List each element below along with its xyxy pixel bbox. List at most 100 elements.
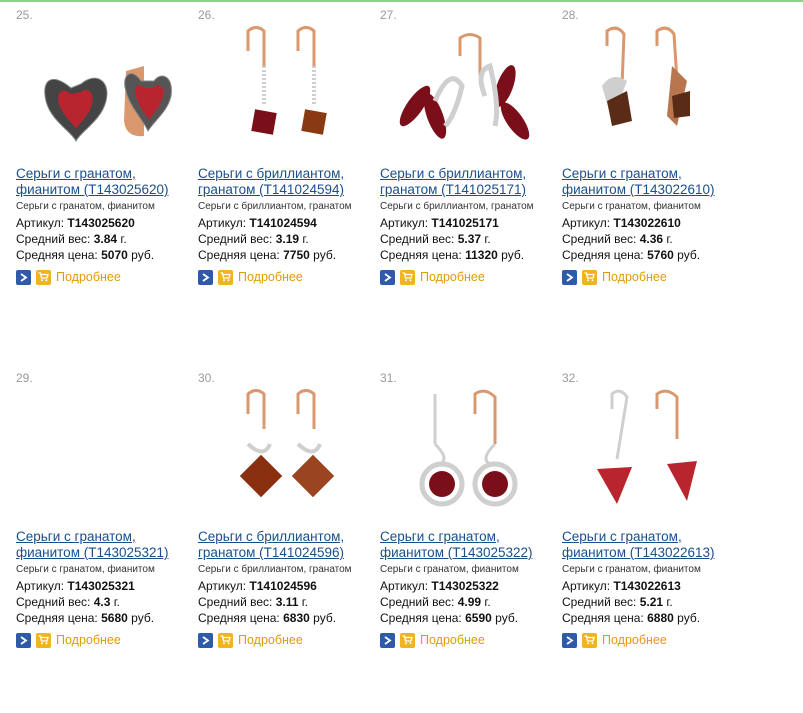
weight-value: 3.11 (275, 595, 299, 609)
weight-value: 4.3 (93, 595, 111, 609)
product-card: 26. Серьги с бриллиантом, гранатом (Т141… (198, 8, 376, 288)
article-value: Т141024594 (249, 216, 317, 230)
product-actions: Подробнее (16, 269, 121, 285)
article-row: Артикул: Т143025321 (16, 579, 135, 593)
product-title-link[interactable]: Серьги с гранатом, фианитом (Т143022610) (562, 166, 740, 198)
weight-label: Средний вес: (198, 595, 273, 609)
arrow-right-icon[interactable] (198, 269, 213, 285)
more-link[interactable]: Подробнее (56, 633, 121, 647)
product-title-link[interactable]: Серьги с бриллиантом, гранатом (Т1410251… (380, 166, 558, 198)
price-unit: руб. (313, 611, 337, 625)
arrow-right-icon[interactable] (380, 269, 395, 285)
price-value: 5760 (647, 248, 674, 262)
cart-icon[interactable] (36, 632, 51, 648)
more-link[interactable]: Подробнее (420, 270, 485, 284)
cart-icon[interactable] (400, 632, 415, 648)
product-title-link[interactable]: Серьги с гранатом, фианитом (Т143025620) (16, 166, 194, 198)
weight-row: Средний вес: 3.84 г. (16, 232, 127, 246)
product-subtitle: Серьги с бриллиантом, гранатом (380, 201, 534, 212)
arrow-right-icon[interactable] (16, 632, 31, 648)
product-image[interactable] (390, 26, 540, 158)
price-label: Средняя цена: (380, 611, 462, 625)
product-actions: Подробнее (16, 632, 121, 648)
price-row: Средняя цена: 6830 руб. (198, 611, 336, 625)
price-row: Средняя цена: 11320 руб. (380, 248, 524, 262)
weight-row: Средний вес: 5.21 г. (562, 595, 673, 609)
price-unit: руб. (131, 248, 155, 262)
product-subtitle: Серьги с гранатом, фианитом (562, 564, 701, 575)
product-number: 27. (380, 8, 397, 22)
cart-icon[interactable] (218, 632, 233, 648)
cart-icon[interactable] (36, 269, 51, 285)
more-link[interactable]: Подробнее (238, 270, 303, 284)
arrow-right-icon[interactable] (380, 632, 395, 648)
price-label: Средняя цена: (16, 611, 98, 625)
weight-value: 5.21 (639, 595, 664, 609)
weight-value: 3.19 (275, 232, 300, 246)
arrow-right-icon[interactable] (562, 269, 577, 285)
top-border (0, 0, 803, 2)
product-subtitle: Серьги с гранатом, фианитом (16, 201, 155, 212)
article-label: Артикул: (16, 216, 65, 230)
product-number: 26. (198, 8, 215, 22)
product-title-link[interactable]: Серьги с гранатом, фианитом (Т143022613) (562, 529, 740, 561)
cart-icon[interactable] (582, 269, 597, 285)
weight-value: 4.99 (457, 595, 482, 609)
product-image[interactable] (572, 26, 722, 158)
cart-icon[interactable] (400, 269, 415, 285)
more-link[interactable]: Подробнее (56, 270, 121, 284)
more-link[interactable]: Подробнее (602, 633, 667, 647)
weight-unit: г. (666, 232, 673, 246)
weight-label: Средний вес: (380, 232, 455, 246)
price-unit: руб. (677, 611, 701, 625)
product-actions: Подробнее (198, 269, 303, 285)
arrow-right-icon[interactable] (562, 632, 577, 648)
weight-unit: г. (301, 595, 309, 609)
weight-row: Средний вес: 4.3 г. (16, 595, 120, 609)
price-unit: руб. (501, 248, 525, 262)
product-title-link[interactable]: Серьги с гранатом, фианитом (Т143025321) (16, 529, 194, 561)
product-actions: Подробнее (198, 632, 303, 648)
product-card: 30. Серьги с бриллиантом, гранатом (Т141… (198, 371, 376, 651)
weight-label: Средний вес: (562, 232, 637, 246)
product-subtitle: Серьги с гранатом, фианитом (16, 564, 155, 575)
product-image[interactable] (208, 26, 358, 158)
price-label: Средняя цена: (380, 248, 462, 262)
product-number: 28. (562, 8, 579, 22)
weight-label: Средний вес: (16, 595, 91, 609)
more-link[interactable]: Подробнее (420, 633, 485, 647)
price-value: 11320 (465, 248, 498, 262)
arrow-right-icon[interactable] (198, 632, 213, 648)
product-image[interactable] (390, 389, 540, 521)
product-image[interactable] (572, 389, 722, 521)
article-row: Артикул: Т141024596 (198, 579, 317, 593)
product-title-link[interactable]: Серьги с гранатом, фианитом (Т143025322) (380, 529, 558, 561)
product-actions: Подробнее (380, 269, 485, 285)
article-row: Артикул: Т143022613 (562, 579, 681, 593)
weight-unit: г. (302, 232, 309, 246)
product-image[interactable] (208, 389, 358, 521)
cart-icon[interactable] (582, 632, 597, 648)
weight-row: Средний вес: 5.37 г. (380, 232, 491, 246)
article-row: Артикул: Т143025620 (16, 216, 135, 230)
weight-unit: г. (113, 595, 120, 609)
weight-row: Средний вес: 4.36 г. (562, 232, 673, 246)
product-title-link[interactable]: Серьги с бриллиантом, гранатом (Т1410245… (198, 166, 376, 198)
price-value: 6590 (465, 611, 492, 625)
weight-value: 3.84 (93, 232, 118, 246)
price-value: 5680 (101, 611, 128, 625)
product-card: 25. Серьги с гранатом, фианитом (Т143025… (16, 8, 194, 288)
product-actions: Подробнее (562, 632, 667, 648)
arrow-right-icon[interactable] (16, 269, 31, 285)
product-title-link[interactable]: Серьги с бриллиантом, гранатом (Т1410245… (198, 529, 376, 561)
cart-icon[interactable] (218, 269, 233, 285)
price-value: 5070 (101, 248, 128, 262)
price-label: Средняя цена: (562, 248, 644, 262)
product-image[interactable] (26, 389, 176, 521)
product-image[interactable] (26, 26, 176, 158)
price-row: Средняя цена: 5070 руб. (16, 248, 154, 262)
product-number: 30. (198, 371, 215, 385)
more-link[interactable]: Подробнее (238, 633, 303, 647)
weight-row: Средний вес: 3.11 г. (198, 595, 308, 609)
more-link[interactable]: Подробнее (602, 270, 667, 284)
